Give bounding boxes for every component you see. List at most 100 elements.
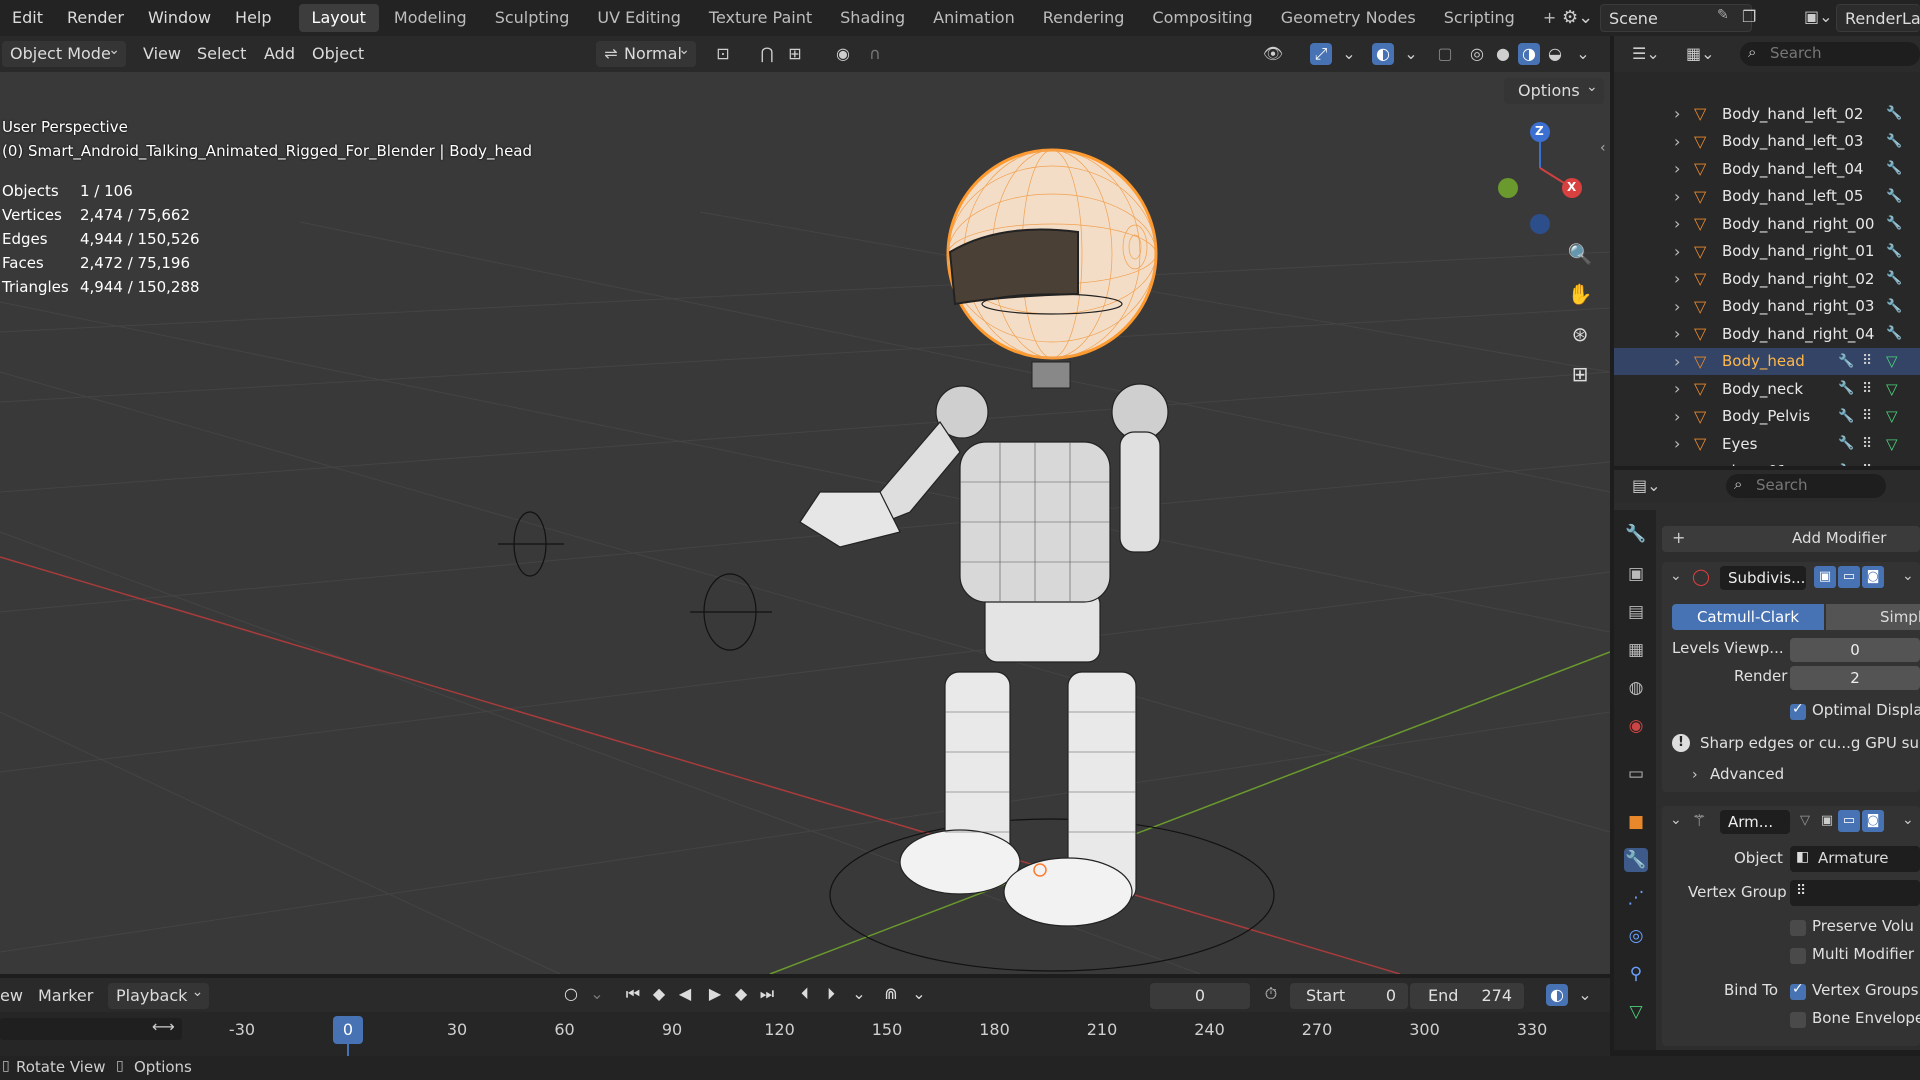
outliner-item[interactable]: › ▽ Body_hand_left_05 🔧 xyxy=(1614,183,1920,210)
output-tab-icon[interactable]: ▤ xyxy=(1624,600,1648,624)
overlay-dropdown-icon[interactable]: ⌄ xyxy=(1400,43,1422,65)
play-icon[interactable]: ▶ xyxy=(704,984,726,1003)
tab-sculpting[interactable]: Sculpting xyxy=(482,4,583,32)
advanced-chevron-icon[interactable]: › xyxy=(1692,767,1698,783)
next-keyframe-icon[interactable]: ◆ xyxy=(730,984,752,1003)
display-mode-icon[interactable]: ▦⌄ xyxy=(1686,44,1715,63)
outliner-item[interactable]: › ▽ Body_hand_right_04 🔧 xyxy=(1614,320,1920,347)
outliner-item[interactable]: › ▽ Body_hand_left_04 🔧 xyxy=(1614,155,1920,182)
outliner-item[interactable]: › ▽ Body_hand_left_02 🔧 xyxy=(1614,100,1920,127)
current-frame-field[interactable]: 0 xyxy=(1150,983,1250,1009)
modifier-icon[interactable]: 🔧 xyxy=(1886,106,1902,121)
vertex-groups-checkbox[interactable] xyxy=(1790,981,1806,1000)
multi-modifier-checkbox[interactable] xyxy=(1790,948,1806,964)
jump-start-icon[interactable]: ⏮ xyxy=(622,984,644,1004)
play-reverse-icon[interactable]: ◀ xyxy=(674,984,696,1003)
vertex-groups-icon[interactable]: ⠿ xyxy=(1862,436,1872,452)
snap-target-icon[interactable]: ⊞ xyxy=(784,43,806,65)
armature-object-field[interactable]: ◧ Armature xyxy=(1790,846,1920,872)
snap-icon[interactable]: ⋂ xyxy=(756,43,778,65)
falloff-icon[interactable]: ∩ xyxy=(864,43,886,65)
properties-search-field[interactable]: ⌕ Search xyxy=(1726,474,1886,498)
xray-icon[interactable]: ▢ xyxy=(1434,43,1456,65)
tab-texture-paint[interactable]: Texture Paint xyxy=(696,4,825,32)
outliner-item[interactable]: › ▽ Body_hand_right_02 🔧 xyxy=(1614,265,1920,292)
menu-render[interactable]: Render xyxy=(55,0,136,36)
outliner-search-field[interactable]: ⌕ Search xyxy=(1740,42,1920,66)
on-cage-toggle-icon[interactable]: ▽ xyxy=(1794,810,1816,832)
modifier-menu-icon[interactable]: ⌄ xyxy=(1902,812,1914,828)
expand-chevron-icon[interactable]: › xyxy=(1674,187,1680,206)
playback-dropdown[interactable]: Playback xyxy=(108,979,210,1009)
vertex-groups-icon[interactable]: ⠿ xyxy=(1862,408,1872,424)
expand-chevron-icon[interactable]: › xyxy=(1674,324,1680,343)
collection-tab-icon[interactable]: ▭ xyxy=(1624,762,1648,786)
vertex-groups-icon[interactable]: ⠿ xyxy=(1862,353,1872,369)
outliner-item[interactable]: › ▽ Body_hand_right_00 🔧 xyxy=(1614,210,1920,237)
navigation-gizmo[interactable] xyxy=(1490,116,1600,236)
modifier-icon[interactable]: 🔧 xyxy=(1886,244,1902,259)
constraints-tab-icon[interactable]: ⚲ xyxy=(1624,962,1648,986)
vertex-group-field[interactable]: ⠿ xyxy=(1790,880,1920,906)
timeline-overlay-dropdown-icon[interactable]: ⌄ xyxy=(1574,984,1596,1006)
next-frame-icon[interactable]: ⏵ xyxy=(820,984,842,1004)
physics-tab-icon[interactable]: ◎ xyxy=(1624,924,1648,948)
outliner-editor-type-icon[interactable]: ☰⌄ xyxy=(1632,44,1660,63)
modifier-icon[interactable]: 🔧 xyxy=(1838,354,1854,369)
menu-help[interactable]: Help xyxy=(223,0,283,36)
expand-chevron-icon[interactable]: › xyxy=(1674,297,1680,316)
expand-chevron-icon[interactable]: › xyxy=(1674,379,1680,398)
overlay-timeline-icon[interactable]: ◐ xyxy=(1546,984,1568,1006)
expand-chevron-icon[interactable]: › xyxy=(1674,407,1680,426)
outliner-item[interactable]: › ▽ glass_01 🔧 ⠿ ▽ xyxy=(1614,458,1920,467)
tab-geometry-nodes[interactable]: Geometry Nodes xyxy=(1268,4,1429,32)
modifier-menu-icon[interactable]: ⌄ xyxy=(1902,568,1914,584)
subdivision-name-field[interactable]: Subdivis... xyxy=(1720,566,1806,590)
modifier-icon[interactable]: 🔧 xyxy=(1886,326,1902,341)
perspective-grid-icon[interactable]: ⊞ xyxy=(1562,356,1598,392)
playhead[interactable]: 0 xyxy=(333,1016,363,1044)
end-frame-field[interactable]: End 274 xyxy=(1410,983,1524,1009)
tab-layout[interactable]: Layout xyxy=(298,4,379,32)
timeline-scroll-track[interactable]: ⟷ xyxy=(0,1017,182,1040)
menu-view-timeline[interactable]: ew xyxy=(0,983,23,1009)
menu-view[interactable]: View xyxy=(143,41,181,67)
tab-shading[interactable]: Shading xyxy=(827,4,918,32)
proportional-edit-icon[interactable]: ◉ xyxy=(832,43,854,65)
modifier-icon[interactable]: 🔧 xyxy=(1886,134,1902,149)
start-frame-field[interactable]: Start 0 xyxy=(1290,983,1408,1009)
mesh-data-icon[interactable]: ▽ xyxy=(1886,352,1898,370)
tool-tab-icon[interactable]: 🔧 xyxy=(1624,522,1648,546)
keying-icon[interactable]: ○ xyxy=(560,984,582,1003)
modifier-icon[interactable]: 🔧 xyxy=(1886,189,1902,204)
edit-mode-toggle-icon[interactable]: ▣ xyxy=(1816,810,1838,832)
outliner-item[interactable]: › ▽ Body_Pelvis 🔧 ⠿ ▽ xyxy=(1614,403,1920,430)
expand-chevron-icon[interactable]: › xyxy=(1674,132,1680,151)
viewport-toggle-icon[interactable]: ▭ xyxy=(1838,810,1860,832)
expand-chevron-icon[interactable]: › xyxy=(1674,269,1680,288)
render-tab-icon[interactable]: ▣ xyxy=(1624,562,1648,586)
keying-dropdown-icon[interactable]: ⌄ xyxy=(586,984,608,1003)
pin-icon[interactable]: ✎ xyxy=(1717,7,1729,23)
levels-viewport-field[interactable]: 0 xyxy=(1790,638,1920,662)
object-tab-icon[interactable]: ■ xyxy=(1624,810,1648,834)
vertex-groups-icon[interactable]: ⠿ xyxy=(1862,463,1872,466)
add-modifier-button[interactable]: + Add Modifier xyxy=(1662,526,1920,552)
sidebar-toggle-icon[interactable]: ‹ xyxy=(1600,140,1606,156)
pan-hand-icon[interactable]: ✋ xyxy=(1562,276,1598,312)
preserve-volume-checkbox[interactable] xyxy=(1790,920,1806,936)
collapse-chevron-icon[interactable]: ⌄ xyxy=(1670,568,1682,584)
modifier-icon[interactable]: 🔧 xyxy=(1838,464,1854,467)
scene-type-icon[interactable]: ⚙⌄ xyxy=(1562,7,1593,28)
mesh-data-icon[interactable]: ▽ xyxy=(1886,407,1898,425)
stopwatch-icon[interactable]: ⏱ xyxy=(1260,984,1282,1004)
zoom-icon[interactable]: 🔍 xyxy=(1562,236,1598,272)
menu-window[interactable]: Window xyxy=(136,0,223,36)
3d-viewport[interactable]: User Perspective (0) Smart_Android_Talki… xyxy=(0,72,1610,974)
tab-rendering[interactable]: Rendering xyxy=(1030,4,1138,32)
new-scene-icon[interactable]: ❐ xyxy=(1742,7,1756,26)
pivot-point-icon[interactable]: ⊡ xyxy=(712,43,734,65)
viewport-options-dropdown[interactable]: Options xyxy=(1504,74,1604,104)
gizmo-dropdown-icon[interactable]: ⌄ xyxy=(1338,43,1360,65)
menu-object[interactable]: Object xyxy=(312,41,364,67)
